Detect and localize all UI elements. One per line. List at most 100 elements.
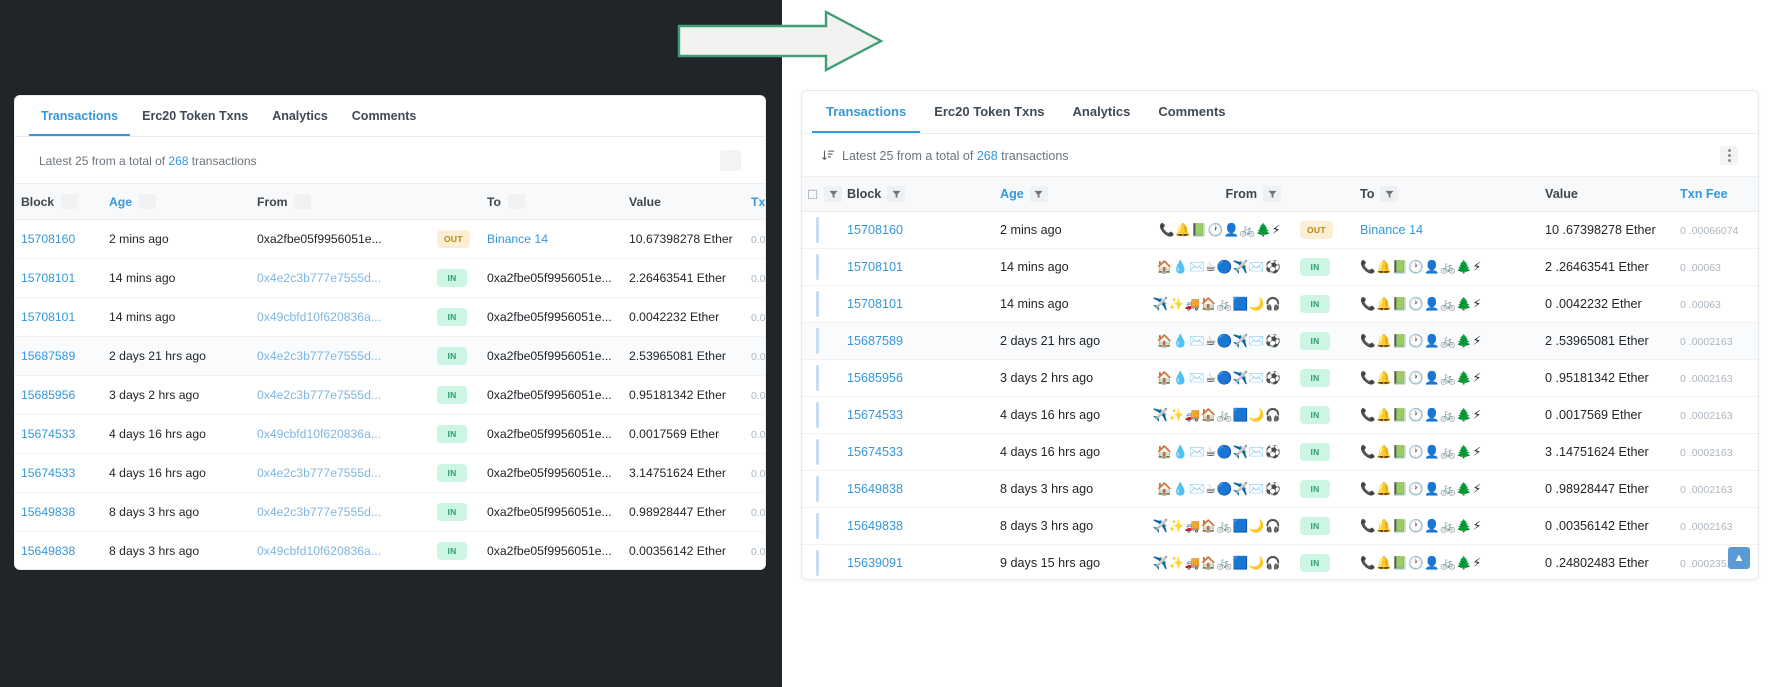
cell-row-selector[interactable]: [802, 544, 842, 579]
from-address[interactable]: 0x4e2c3b777e7555d...: [257, 388, 381, 402]
cell-from[interactable]: 0x49cbfd10f620836a...: [251, 414, 431, 454]
row-selection-bar[interactable]: [816, 439, 819, 465]
to-address[interactable]: Binance 14: [1360, 223, 1423, 237]
tab-erc20-token-txns[interactable]: Erc20 Token Txns: [130, 97, 260, 136]
cell-from[interactable]: 🏠💧✉️☕🔵✈️✉️⚽: [1140, 470, 1296, 508]
cell-row-selector[interactable]: [802, 285, 842, 323]
table-row[interactable]: 15685956 3 days 2 hrs ago 0x4e2c3b777e7555…: [15, 375, 765, 415]
to-emoji-identicon[interactable]: 📞🔔📗🕐👤🚲🌲⚡: [1360, 259, 1482, 274]
table-row[interactable]: 15649838 8 days 3 hrs ago ✈️✨🚚🏠🚲🟦🌙🎧 IN 📞🔔📗🕐👤…: [802, 507, 1758, 545]
checkbox-icon[interactable]: ☐: [807, 187, 818, 202]
tab-comments[interactable]: Comments: [340, 97, 429, 136]
table-row[interactable]: 15674533 4 days 16 hrs ago 🏠💧✉️☕🔵✈️✉️⚽ IN 📞🔔…: [802, 433, 1758, 471]
cell-from[interactable]: 0xa2fbe05f9956051e...: [251, 219, 431, 259]
to-address[interactable]: 0xa2fbe05f9956051e...: [487, 466, 612, 480]
cell-from[interactable]: 0x4e2c3b777e7555d...: [251, 375, 431, 415]
tab-transactions-zoomed[interactable]: Transactions: [812, 91, 921, 133]
from-emoji-identicon[interactable]: ✈️✨🚚🏠🚲🟦🌙🎧: [1153, 518, 1282, 533]
to-filter-placeholder-icon[interactable]: [507, 194, 525, 209]
cell-to[interactable]: 📞🔔📗🕐👤🚲🌲⚡: [1355, 507, 1541, 545]
sort-descending-icon[interactable]: [822, 149, 835, 162]
cell-from[interactable]: 🏠💧✉️☕🔵✈️✉️⚽: [1140, 433, 1296, 471]
from-emoji-identicon[interactable]: 🏠💧✉️☕🔵✈️✉️⚽: [1157, 481, 1281, 496]
cell-from[interactable]: 🏠💧✉️☕🔵✈️✉️⚽: [1140, 359, 1296, 397]
column-header-age-zoomed[interactable]: Age: [995, 176, 1141, 212]
cell-from[interactable]: ✈️✨🚚🏠🚲🟦🌙🎧: [1140, 507, 1296, 545]
table-row[interactable]: 15708101 14 mins ago 0x4e2c3b777e7555d... I…: [15, 258, 765, 298]
cell-to[interactable]: 📞🔔📗🕐👤🚲🌲⚡: [1355, 544, 1541, 579]
row-selection-bar[interactable]: [816, 365, 819, 391]
to-address[interactable]: 0xa2fbe05f9956051e...: [487, 544, 612, 558]
summary-count[interactable]: 268: [168, 154, 188, 168]
select-filter-icon[interactable]: [824, 186, 843, 202]
column-header-txn-fee-zoomed[interactable]: Txn Fee: [1675, 176, 1758, 212]
block-link[interactable]: 15649838: [21, 544, 75, 558]
block-link[interactable]: 15708101: [847, 260, 903, 274]
block-link[interactable]: 15649838: [847, 519, 903, 533]
from-emoji-identicon[interactable]: ✈️✨🚚🏠🚲🟦🌙🎧: [1153, 407, 1282, 422]
block-link[interactable]: 15708101: [21, 310, 75, 324]
row-selection-bar[interactable]: [816, 550, 819, 576]
cell-from[interactable]: 🏠💧✉️☕🔵✈️✉️⚽: [1140, 248, 1296, 286]
to-emoji-identicon[interactable]: 📞🔔📗🕐👤🚲🌲⚡: [1360, 518, 1482, 533]
from-address[interactable]: 0x49cbfd10f620836a...: [257, 544, 381, 558]
cell-block[interactable]: 15708160: [15, 219, 103, 259]
column-header-value-zoomed[interactable]: Value: [1540, 176, 1676, 212]
cell-to[interactable]: 📞🔔📗🕐👤🚲🌲⚡: [1355, 433, 1541, 471]
to-filter-icon[interactable]: [1380, 186, 1399, 202]
cell-to[interactable]: 0xa2fbe05f9956051e...: [481, 453, 623, 493]
block-link[interactable]: 15687589: [847, 334, 903, 348]
row-selection-bar[interactable]: [816, 328, 819, 354]
block-link[interactable]: 15649838: [847, 482, 903, 496]
cell-from[interactable]: ✈️✨🚚🏠🚲🟦🌙🎧: [1140, 396, 1296, 434]
cell-from[interactable]: 0x4e2c3b777e7555d...: [251, 336, 431, 376]
cell-block[interactable]: 15649838: [15, 531, 103, 569]
cell-block[interactable]: 15708160: [842, 211, 996, 249]
column-header-block-zoomed[interactable]: Block: [842, 176, 996, 212]
to-emoji-identicon[interactable]: 📞🔔📗🕐👤🚲🌲⚡: [1360, 333, 1482, 348]
row-selection-bar[interactable]: [816, 402, 819, 428]
cell-from[interactable]: 📞🔔📗🕐👤🚲🌲⚡: [1140, 211, 1296, 249]
column-header-to-zoomed[interactable]: To: [1355, 176, 1541, 212]
table-row[interactable]: 15649838 8 days 3 hrs ago 0x49cbfd10f62083…: [15, 531, 765, 569]
from-address[interactable]: 0x4e2c3b777e7555d...: [257, 349, 381, 363]
cell-to[interactable]: Binance 14: [481, 219, 623, 259]
cell-row-selector[interactable]: [802, 507, 842, 545]
cell-block[interactable]: 15708101: [15, 297, 103, 337]
block-link[interactable]: 15708160: [21, 232, 75, 246]
from-address[interactable]: 0x4e2c3b777e7555d...: [257, 466, 381, 480]
cell-block[interactable]: 15649838: [842, 470, 996, 508]
to-emoji-identicon[interactable]: 📞🔔📗🕐👤🚲🌲⚡: [1360, 555, 1482, 570]
column-header-from-zoomed[interactable]: From: [1140, 176, 1296, 212]
row-selection-bar[interactable]: [816, 291, 819, 317]
block-link[interactable]: 15674533: [21, 466, 75, 480]
scroll-to-top-button[interactable]: ▲: [1728, 547, 1750, 569]
cell-block[interactable]: 15674533: [15, 453, 103, 493]
table-row[interactable]: 15687589 2 days 21 hrs ago 0x4e2c3b777e755…: [15, 336, 765, 376]
cell-row-selector[interactable]: [802, 433, 842, 471]
block-link[interactable]: 15674533: [21, 427, 75, 441]
to-address[interactable]: Binance 14: [487, 232, 548, 246]
table-row[interactable]: 15649838 8 days 3 hrs ago 🏠💧✉️☕🔵✈️✉️⚽ IN 📞🔔📗…: [802, 470, 1758, 508]
summary-count-zoomed[interactable]: 268: [977, 149, 998, 163]
to-emoji-identicon[interactable]: 📞🔔📗🕐👤🚲🌲⚡: [1360, 481, 1482, 496]
from-emoji-identicon[interactable]: 🏠💧✉️☕🔵✈️✉️⚽: [1157, 444, 1281, 459]
column-header-from[interactable]: From: [251, 183, 431, 220]
from-emoji-identicon[interactable]: 🏠💧✉️☕🔵✈️✉️⚽: [1157, 370, 1281, 385]
cell-block[interactable]: 15708101: [842, 285, 996, 323]
cell-row-selector[interactable]: [802, 248, 842, 286]
row-selection-bar[interactable]: [816, 254, 819, 280]
from-filter-icon[interactable]: [1263, 186, 1282, 202]
cell-to[interactable]: 📞🔔📗🕐👤🚲🌲⚡: [1355, 248, 1541, 286]
cell-from[interactable]: 0x4e2c3b777e7555d...: [251, 258, 431, 298]
cell-row-selector[interactable]: [802, 359, 842, 397]
from-emoji-identicon[interactable]: 📞🔔📗🕐👤🚲🌲⚡: [1159, 222, 1281, 237]
cell-to[interactable]: 📞🔔📗🕐👤🚲🌲⚡: [1355, 285, 1541, 323]
cell-to[interactable]: Binance 14: [1355, 211, 1541, 249]
cell-to[interactable]: 0xa2fbe05f9956051e...: [481, 414, 623, 454]
row-selection-bar[interactable]: [816, 513, 819, 539]
cell-from[interactable]: 🏠💧✉️☕🔵✈️✉️⚽: [1140, 322, 1296, 360]
cell-from[interactable]: ✈️✨🚚🏠🚲🟦🌙🎧: [1140, 544, 1296, 579]
row-selection-bar[interactable]: [816, 476, 819, 502]
table-row[interactable]: 15687589 2 days 21 hrs ago 🏠💧✉️☕🔵✈️✉️⚽ IN 📞🔔…: [802, 322, 1758, 360]
